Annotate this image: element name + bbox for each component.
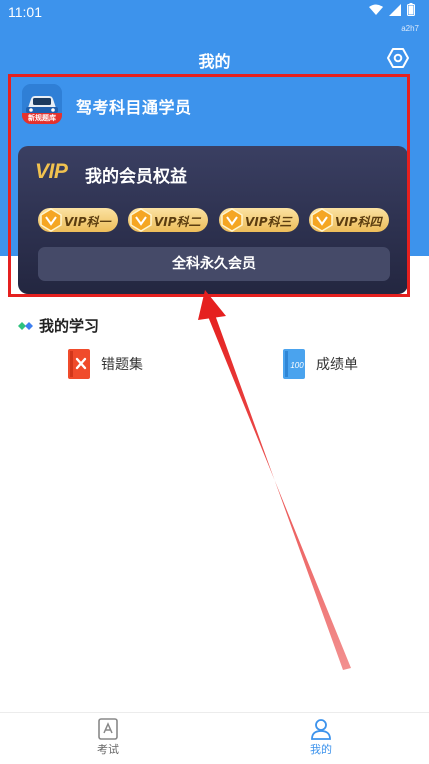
user-icon: [311, 719, 331, 740]
exam-icon: [98, 718, 118, 740]
bottom-nav: 考试 我的: [0, 712, 429, 764]
tab-exam[interactable]: 考试: [78, 713, 138, 764]
tab-mine-label: 我的: [310, 743, 332, 756]
tab-exam-label: 考试: [97, 743, 119, 756]
tab-mine[interactable]: 我的: [291, 713, 351, 764]
annotation-arrow: [198, 290, 351, 670]
